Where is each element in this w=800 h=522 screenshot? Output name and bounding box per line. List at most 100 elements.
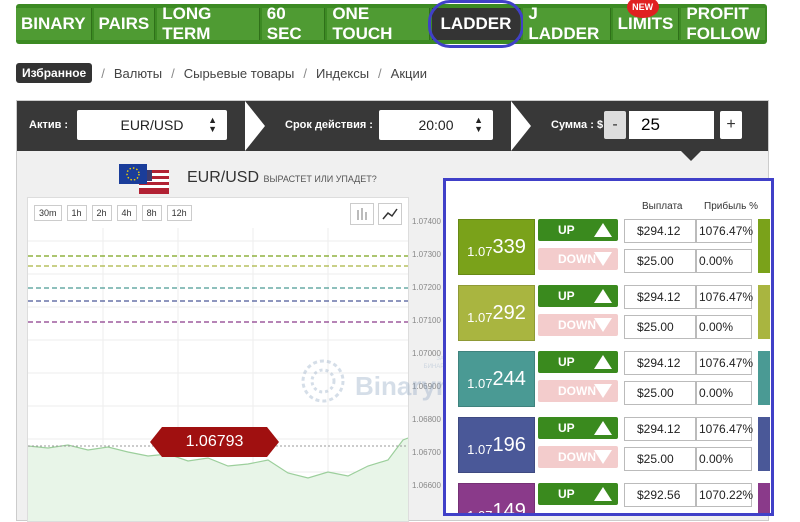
- down-profit-pct: 0.00%: [696, 447, 752, 471]
- up-payout: $294.12: [624, 285, 696, 309]
- amount-label: Сумма : $: [551, 119, 604, 131]
- down-profit-pct: 0.00%: [696, 381, 752, 405]
- y-tick: 1.07300: [412, 250, 441, 259]
- range-2h-button[interactable]: 2h: [91, 205, 112, 221]
- line-chart-icon[interactable]: [378, 203, 402, 225]
- strike-digits: 244: [492, 367, 526, 390]
- down-button[interactable]: DOWN: [538, 248, 618, 270]
- strike-prefix: 1.07: [467, 507, 493, 516]
- up-label: UP: [558, 487, 575, 501]
- amount-decrease-button[interactable]: -: [604, 111, 626, 139]
- expiry-value: 20:00: [418, 117, 454, 133]
- up-button[interactable]: UP: [538, 417, 618, 439]
- y-tick: 1.07200: [412, 283, 441, 292]
- category-favorites[interactable]: Избранное: [16, 63, 93, 83]
- category-nav: Избранное / Валюты / Сырьевые товары / И…: [16, 63, 427, 83]
- range-1h-button[interactable]: 1h: [66, 205, 87, 221]
- tab-j-ladder[interactable]: J LADDER: [523, 4, 611, 43]
- asset-select[interactable]: EUR/USD ▲ ▼: [77, 110, 227, 140]
- ladder-row: 1.07 292 UP DOWN $294.12 1076.47% $25.00 …: [458, 285, 770, 349]
- down-payout: $25.00: [624, 381, 696, 405]
- tab-long-term[interactable]: LONG TERM: [157, 4, 260, 43]
- asset-value: EUR/USD: [120, 117, 184, 133]
- amount-increase-button[interactable]: +: [720, 111, 742, 139]
- asset-label: Актив :: [29, 119, 69, 131]
- up-arrow-icon: [594, 355, 612, 369]
- down-profit-pct: 0.00%: [696, 249, 752, 273]
- up-button[interactable]: UP: [538, 483, 618, 505]
- down-payout: $25.00: [624, 249, 696, 273]
- up-profit-pct: 1076.47%: [696, 351, 753, 375]
- strike-price-box: 1.07 292: [458, 285, 535, 341]
- range-8h-button[interactable]: 8h: [141, 205, 162, 221]
- tab-limits[interactable]: LIMITS NEW: [612, 0, 680, 40]
- y-tick: 1.07100: [412, 316, 441, 325]
- up-button[interactable]: UP: [538, 285, 618, 307]
- tab-one-touch[interactable]: ONE TOUCH: [327, 4, 430, 43]
- strike-price-box: 1.07 149: [458, 483, 535, 516]
- range-30m-button[interactable]: 30m: [34, 205, 62, 221]
- options-bar: Актив : EUR/USD ▲ ▼ Срок действия : 20:00…: [17, 101, 768, 151]
- up-payout: $294.12: [624, 417, 696, 441]
- pair-subtitle: ВЫРАСТЕТ ИЛИ УПАДЕТ?: [263, 174, 377, 184]
- separator: /: [303, 65, 308, 81]
- strike-price-box: 1.07 339: [458, 219, 535, 275]
- down-label: DOWN: [558, 450, 596, 464]
- up-payout: $294.12: [624, 219, 696, 243]
- down-arrow-icon: [594, 318, 612, 332]
- y-tick: 1.07400: [412, 217, 441, 226]
- down-label: DOWN: [558, 384, 596, 398]
- strike-digits: 339: [492, 235, 526, 258]
- range-4h-button[interactable]: 4h: [116, 205, 137, 221]
- tab-binary[interactable]: BINARY: [16, 8, 92, 40]
- down-arrow-icon: [594, 252, 612, 266]
- up-arrow-icon: [594, 421, 612, 435]
- down-button[interactable]: DOWN: [538, 314, 618, 336]
- strike-digits: 196: [492, 433, 526, 456]
- down-arrow-icon: [594, 450, 612, 464]
- bar-notch: [681, 151, 701, 161]
- amount-input[interactable]: 25: [629, 111, 714, 139]
- down-button[interactable]: DOWN: [538, 380, 618, 402]
- up-arrow-icon: [594, 289, 612, 303]
- category-commodities[interactable]: Сырьевые товары: [184, 66, 295, 81]
- eu-us-flag-icon: [119, 164, 169, 194]
- row-color-strip: [758, 285, 770, 339]
- up-arrow-icon: [594, 487, 612, 501]
- category-stocks[interactable]: Акции: [391, 66, 427, 81]
- watermark-globe-icon: [301, 359, 345, 403]
- pair-title: EUR/USD ВЫРАСТЕТ ИЛИ УПАДЕТ?: [187, 169, 377, 187]
- strike-price-box: 1.07 244: [458, 351, 535, 407]
- tab-pairs[interactable]: PAIRS: [93, 8, 156, 40]
- category-indices[interactable]: Индексы: [316, 66, 369, 81]
- up-profit-pct: 1076.47%: [696, 219, 753, 243]
- row-color-strip: [758, 483, 770, 513]
- strike-digits: 292: [492, 301, 526, 324]
- down-arrow-icon: [594, 384, 612, 398]
- chart-header: EUR/USD ВЫРАСТЕТ ИЛИ УПАДЕТ?: [117, 159, 397, 199]
- up-arrow-icon: [594, 223, 612, 237]
- tab-profit-follow[interactable]: PROFIT FOLLOW: [681, 4, 766, 43]
- tab-ladder[interactable]: LADDER: [427, 0, 525, 48]
- sort-arrows-icon: ▲ ▼: [208, 115, 217, 134]
- separator: /: [171, 65, 175, 81]
- payout-header: Выплата: [642, 201, 683, 212]
- sort-arrows-icon: ▲ ▼: [474, 115, 483, 134]
- ladder-row: 1.07 339 UP DOWN $294.12 1076.47% $25.00 …: [458, 219, 770, 283]
- row-color-strip: [758, 351, 770, 405]
- up-button[interactable]: UP: [538, 351, 618, 373]
- down-label: DOWN: [558, 318, 596, 332]
- strike-prefix: 1.07: [467, 309, 493, 325]
- up-profit-pct: 1076.47%: [696, 285, 753, 309]
- tab-60-sec[interactable]: 60 SEC: [261, 4, 326, 43]
- up-button[interactable]: UP: [538, 219, 618, 241]
- range-12h-button[interactable]: 12h: [166, 205, 192, 221]
- candlestick-chart-icon[interactable]: [350, 203, 374, 225]
- ladder-row: 1.07 149 UP $292.56 1070.22%: [458, 483, 770, 516]
- expiry-select[interactable]: 20:00 ▲ ▼: [379, 110, 493, 140]
- ladder-row: 1.07 196 UP DOWN $294.12 1076.47% $25.00 …: [458, 417, 770, 481]
- chevron-divider: [245, 101, 265, 151]
- y-tick: 1.06800: [412, 415, 441, 424]
- category-currencies[interactable]: Валюты: [114, 66, 162, 81]
- down-button[interactable]: DOWN: [538, 446, 618, 468]
